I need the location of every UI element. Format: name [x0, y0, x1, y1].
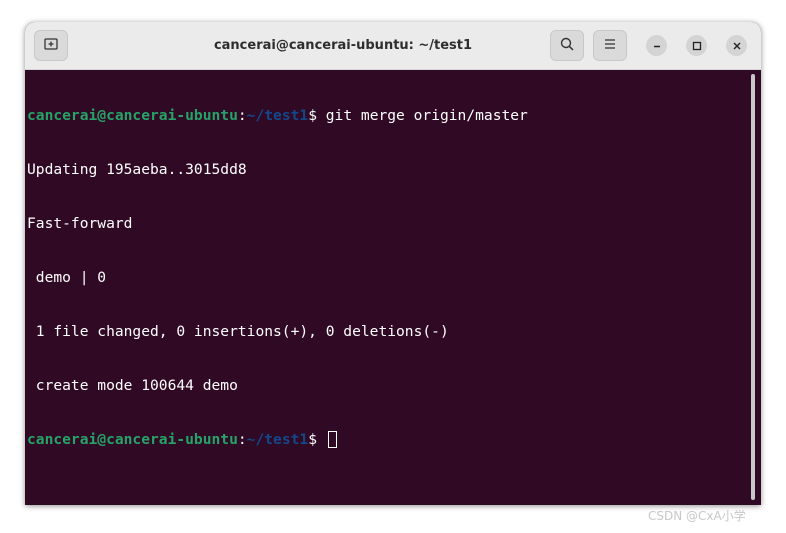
- minimize-button[interactable]: [646, 35, 667, 56]
- close-icon: [732, 36, 742, 55]
- prompt-colon: :: [237, 107, 247, 124]
- prompt-line-current[interactable]: cancerai@cancerai-ubuntu:~/test1$: [27, 431, 747, 449]
- prompt-symbol: $: [308, 431, 326, 448]
- prompt-path: ~/test1: [246, 431, 309, 448]
- text-cursor: [327, 431, 337, 448]
- maximize-button[interactable]: [686, 35, 707, 56]
- prompt-user: cancerai@cancerai-ubuntu: [27, 107, 238, 124]
- output-line: 1 file changed, 0 insertions(+), 0 delet…: [27, 323, 449, 340]
- search-button[interactable]: [550, 30, 584, 61]
- output-line: Updating 195aeba..3015dd8: [27, 161, 247, 178]
- prompt-symbol: $: [308, 107, 326, 124]
- window-title: cancerai@cancerai-ubuntu: ~/test1: [213, 38, 473, 53]
- prompt-colon: :: [237, 431, 247, 448]
- output-line: create mode 100644 demo: [27, 377, 238, 394]
- search-icon: [559, 36, 575, 56]
- watermark-text: CSDN @CxA小学: [648, 509, 746, 523]
- command-text: git merge origin/master: [325, 107, 528, 124]
- close-button[interactable]: [726, 35, 747, 56]
- prompt-user: cancerai@cancerai-ubuntu: [27, 431, 238, 448]
- new-tab-icon: [43, 36, 59, 56]
- hamburger-menu-icon: [602, 36, 618, 56]
- prompt-path: ~/test1: [246, 107, 309, 124]
- menu-button[interactable]: [593, 30, 627, 61]
- title-bar: cancerai@cancerai-ubuntu: ~/test1: [25, 22, 761, 70]
- output-line: Fast-forward: [27, 215, 133, 232]
- scrollbar[interactable]: [751, 74, 755, 500]
- new-tab-button[interactable]: [34, 30, 68, 61]
- prompt-line: cancerai@cancerai-ubuntu:~/test1$ git me…: [27, 107, 747, 125]
- terminal-window: cancerai@cancerai-ubuntu: ~/test1 cancer…: [25, 22, 761, 505]
- output-line: demo | 0: [27, 269, 107, 286]
- minimize-icon: [652, 36, 662, 55]
- maximize-icon: [692, 36, 702, 55]
- terminal-output[interactable]: cancerai@cancerai-ubuntu:~/test1$ git me…: [25, 70, 747, 505]
